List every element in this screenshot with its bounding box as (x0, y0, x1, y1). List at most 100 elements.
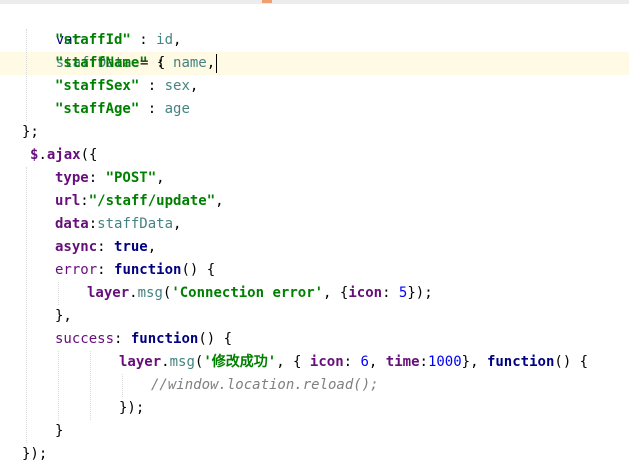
code-line-18[interactable]: }); (119, 397, 144, 420)
code-line-20[interactable]: }); (22, 443, 47, 466)
token-punctuation: : (97, 262, 115, 278)
token-punctuation: , (206, 55, 216, 71)
token-punctuation: , (189, 78, 199, 94)
token-string: "staffName" (55, 55, 148, 71)
token-comment: //window.location.reload(); (151, 377, 379, 393)
token-identifier: staffData (97, 216, 174, 232)
token-keyword: true (114, 239, 148, 255)
token-property: data (55, 216, 89, 232)
token-punctuation: }, (461, 354, 487, 370)
token-keyword: function (130, 331, 199, 347)
token-punctuation: , { (276, 354, 310, 370)
token-punctuation: : (114, 331, 131, 347)
token-punctuation: ({ (80, 147, 98, 163)
token-keyword: function (114, 262, 182, 278)
token-identifier: sex (164, 78, 190, 94)
token-property: icon (348, 285, 383, 301)
code-line-19[interactable]: } (55, 420, 63, 443)
token-property: success (55, 331, 115, 347)
token-punctuation: () { (554, 354, 589, 370)
indent-guide (26, 167, 27, 443)
token-punctuation: () { (198, 331, 233, 347)
code-line-11[interactable]: async: true, (55, 236, 156, 259)
code-line-17[interactable]: //window.location.reload(); (151, 374, 379, 397)
code-editor[interactable]: var staffData = { "staffId" : id, "staff… (0, 0, 629, 470)
token-function-name: ajax (46, 147, 81, 163)
token-identifier: age (164, 101, 190, 117)
indent-guide (122, 374, 123, 397)
token-string: '修改成功' (203, 354, 277, 370)
token-punctuation: , (147, 239, 157, 255)
indent-guide (58, 351, 59, 420)
code-line-5[interactable]: "staffAge" : age (55, 98, 190, 121)
token-punctuation: , (368, 354, 386, 370)
token-property: error (55, 262, 98, 278)
token-punctuation: , (173, 32, 182, 48)
token-punctuation: , (215, 193, 224, 209)
token-number: 1000 (427, 354, 462, 370)
token-string: "staffAge" (55, 101, 140, 117)
token-punctuation: }); (407, 285, 433, 301)
code-line-14[interactable]: }, (55, 305, 72, 328)
code-line-7[interactable]: $.ajax({ (30, 144, 97, 167)
token-punctuation: : (97, 239, 115, 255)
code-line-8[interactable]: type: "POST", (55, 167, 165, 190)
token-punctuation: : (382, 285, 399, 301)
token-punctuation: } (55, 423, 64, 439)
token-identifier: name (173, 55, 207, 71)
token-punctuation: . (161, 354, 170, 370)
token-punctuation: , (173, 216, 182, 232)
token-punctuation: }; (22, 124, 39, 140)
token-property: icon (309, 354, 344, 370)
code-line-4[interactable]: "staffSex" : sex, (55, 75, 198, 98)
token-string: 'Connection error' (171, 285, 324, 301)
token-method: msg (169, 354, 195, 370)
token-punctuation: : (139, 78, 165, 94)
indent-guide (90, 351, 91, 420)
token-punctuation: , (156, 170, 165, 186)
token-punctuation: }); (119, 400, 145, 416)
editor-top-edge (0, 0, 629, 4)
code-line-15[interactable]: success: function() { (55, 328, 232, 351)
token-punctuation: : (419, 354, 428, 370)
code-line-2[interactable]: "staffId" : id, (55, 29, 181, 52)
code-line-9[interactable]: url:"/staff/update", (55, 190, 224, 213)
token-property: url (55, 193, 81, 209)
token-punctuation: : (88, 216, 98, 232)
code-line-1[interactable]: var staffData = { (22, 6, 166, 71)
token-object: layer (87, 285, 130, 301)
token-identifier: id (156, 32, 174, 48)
token-property: time (385, 354, 420, 370)
token-punctuation: }); (22, 446, 48, 462)
token-keyword: function (486, 354, 555, 370)
token-punctuation: : (88, 170, 106, 186)
code-line-12[interactable]: error: function() { (55, 259, 215, 282)
token-property: type (55, 170, 89, 186)
code-line-10[interactable]: data:staffData, (55, 213, 181, 236)
token-punctuation: }, (55, 308, 72, 324)
token-punctuation: . (129, 285, 138, 301)
token-punctuation: : (147, 55, 174, 71)
token-property: async (55, 239, 98, 255)
code-line-13[interactable]: layer.msg('Connection error', {icon: 5})… (87, 282, 433, 305)
tab-marker (262, 0, 272, 3)
token-punctuation: () { (181, 262, 216, 278)
text-caret (216, 54, 217, 73)
token-punctuation: , { (323, 285, 349, 301)
token-punctuation: : (130, 32, 157, 48)
indent-guide (58, 282, 59, 305)
token-string: "staffSex" (55, 78, 140, 94)
token-punctuation: . (38, 147, 47, 163)
code-line-6[interactable]: }; (22, 121, 39, 144)
token-punctuation: : (80, 193, 89, 209)
token-object: layer (119, 354, 162, 370)
code-line-16[interactable]: layer.msg('修改成功', { icon: 6, time:1000},… (119, 351, 588, 374)
token-punctuation: : (343, 354, 361, 370)
token-string: "POST" (105, 170, 157, 186)
token-string: "/staff/update" (88, 193, 216, 209)
token-string: "staffId" (55, 32, 131, 48)
token-method: msg (137, 285, 163, 301)
token-punctuation: : (139, 101, 165, 117)
token-number: 6 (360, 354, 369, 370)
code-line-3[interactable]: "staffName" : name, (55, 52, 215, 75)
